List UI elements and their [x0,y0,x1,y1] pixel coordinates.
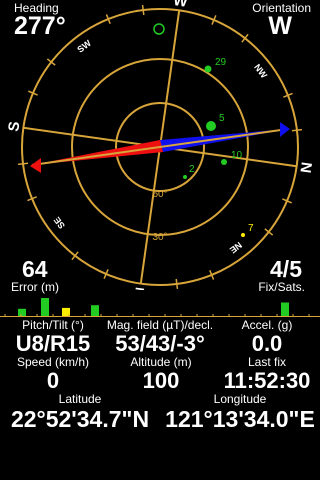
pitch-tilt-cell: Pitch/Tilt (°) U8/R15 [0,318,106,356]
signal-strength-bars [0,298,320,317]
latitude-value: 22°52'34.7"N [10,406,150,432]
compass-tick [141,4,145,16]
last-fix-value: 11:52:30 [223,368,311,393]
signal-bar-2 [41,298,49,316]
speed-label: Speed (km/h) [16,355,90,369]
pitch-tilt-value: U8/R15 [15,331,91,356]
satellite-label-2: 2 [189,164,195,175]
satellite-label-7: 7 [248,223,254,234]
direction-label-n: N [296,161,314,174]
signal-bar-4 [91,305,99,316]
longitude-value: 121°13'34.0"E [165,406,315,432]
altitude-label: Altitude (m) [130,355,192,369]
satellite-7 [241,233,245,237]
pitch-tilt-label: Pitch/Tilt (°) [22,318,84,332]
elevation-label: 60° [152,189,167,200]
last-fix-label: Last fix [247,355,286,369]
direction-label-s: S [5,120,23,132]
latitude-cell: Latitude 22°52'34.7"N [0,392,160,432]
last-fix-cell: Last fix 11:52:30 [214,355,320,393]
speed-value: 0 [46,368,60,393]
compass-tick [291,128,303,132]
accel-cell: Accel. (g) 0.0 [214,318,320,356]
gps-sky-compass: WNWNNEESESSW 60°30° 2951027 [5,0,314,290]
error-value: 64 [22,256,48,282]
direction-label-sw: SW [75,38,93,55]
needle-south-tip [30,158,41,173]
longitude-label: Longitude [213,392,267,406]
satellite-2 [183,175,187,179]
compass-spoke [159,146,297,168]
satellite-5 [206,121,216,131]
satellite-10 [221,159,227,165]
needle-north-tip [280,122,290,137]
mag-field-label: Mag. field (µT)/decl. [106,318,214,332]
satellite-label-10: 10 [231,150,243,161]
accel-value: 0.0 [251,331,283,356]
speed-cell: Speed (km/h) 0 [0,355,106,393]
elevation-label: 30° [152,232,167,243]
latitude-label: Latitude [58,392,102,406]
altitude-cell: Altitude (m) 100 [108,355,214,393]
satellite-label-29: 29 [215,57,227,68]
signal-bar-1 [18,308,26,316]
mag-field-cell: Mag. field (µT)/decl. 53/43/-3° [96,318,224,356]
compass-tick [17,162,29,166]
satellite-29 [204,65,212,73]
satellite-label-5: 5 [219,113,225,124]
fix-sats-value: 4/5 [270,256,302,282]
compass-spoke [139,146,161,284]
signal-bar-5 [281,302,289,316]
accel-label: Accel. (g) [241,318,293,332]
mag-field-value: 53/43/-3° [115,331,205,356]
longitude-cell: Longitude 121°13'34.0"E [160,392,320,432]
altitude-value: 100 [142,368,180,393]
direction-label-se: SE [52,215,67,231]
direction-label-ne: NE [228,240,244,256]
satellite-unused-marker [153,23,165,35]
direction-label-nw: NW [252,62,269,80]
